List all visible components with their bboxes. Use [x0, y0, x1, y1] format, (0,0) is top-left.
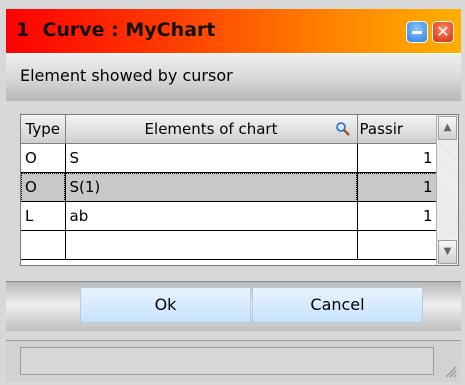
- scroll-down-icon[interactable]: ▼: [438, 240, 457, 264]
- cell-passing: 1: [357, 172, 438, 202]
- table-row[interactable]: O S 1: [21, 143, 438, 173]
- ok-button[interactable]: Ok: [80, 287, 251, 323]
- column-header-passing[interactable]: Passir: [357, 115, 438, 144]
- scroll-up-icon[interactable]: ▲: [438, 116, 457, 140]
- cell-passing: [357, 230, 438, 260]
- cell-type: O: [21, 143, 66, 173]
- table-row-selected[interactable]: O S(1) 1: [21, 172, 438, 202]
- status-panel: [20, 347, 434, 375]
- cell-element: [65, 230, 358, 260]
- cell-element: S: [65, 143, 358, 173]
- minimize-icon[interactable]: [406, 21, 428, 43]
- elements-grid[interactable]: Type Elements of chart Passir O S 1 O S(…: [20, 114, 459, 266]
- cursor-status-text: Element showed by cursor: [20, 66, 233, 85]
- scroll-track[interactable]: [438, 141, 457, 239]
- title-bar[interactable]: 1 Curve : MyChart ✕: [6, 9, 461, 53]
- table-row-empty[interactable]: [21, 230, 438, 260]
- cursor-status-bar: Element showed by cursor: [6, 53, 461, 101]
- cell-element: S(1): [65, 172, 358, 202]
- cell-type: O: [21, 172, 66, 202]
- cell-type: L: [21, 201, 66, 231]
- button-bar: Ok Cancel: [6, 281, 461, 331]
- resize-grip-icon[interactable]: [443, 364, 457, 378]
- column-header-elements[interactable]: Elements of chart: [65, 115, 358, 144]
- cancel-button[interactable]: Cancel: [252, 287, 423, 323]
- column-header-type[interactable]: Type: [21, 115, 66, 144]
- column-header-elements-label: Elements of chart: [144, 120, 278, 138]
- cell-type: [21, 230, 66, 260]
- magnifier-icon[interactable]: [335, 121, 351, 137]
- vertical-scrollbar[interactable]: ▲ ▼: [436, 115, 458, 265]
- cell-element: ab: [65, 201, 358, 231]
- cell-passing: 1: [357, 143, 438, 173]
- curve-dialog: 1 Curve : MyChart ✕ Element showed by cu…: [0, 0, 465, 385]
- grid-header-row: Type Elements of chart Passir: [21, 115, 438, 144]
- window-title: 1 Curve : MyChart: [16, 19, 216, 41]
- elements-table: Type Elements of chart Passir O S 1 O S(…: [21, 115, 438, 260]
- close-icon[interactable]: ✕: [432, 21, 454, 43]
- table-row[interactable]: L ab 1: [21, 201, 438, 231]
- bottom-status-bar: [6, 340, 461, 382]
- cell-passing: 1: [357, 201, 438, 231]
